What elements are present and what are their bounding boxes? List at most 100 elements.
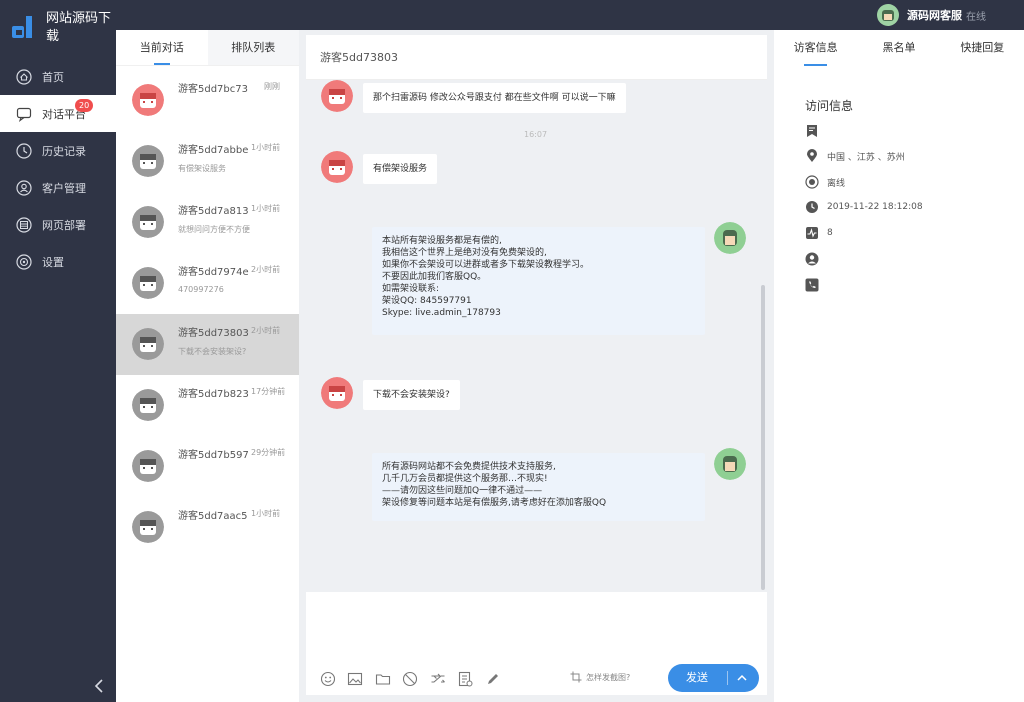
message-bubble: 本站所有架设服务都是有偿的, 我相信这个世界上是绝对没有免费架设的, 如果你不会… xyxy=(372,227,705,335)
visitor-status: 离线 xyxy=(827,178,846,189)
visitor-avatar-icon xyxy=(132,389,164,421)
visitor-avatar-icon xyxy=(321,80,353,112)
conversation-item[interactable]: 游客5dd7974e 2小时前 470997276 xyxy=(116,253,299,314)
tab-queue-list[interactable]: 排队列表 xyxy=(207,30,299,65)
message-bubble: 那个扫雷源码 修改公众号跟支付 都在些文件啊 可以说一下嘛 xyxy=(363,83,626,113)
visitor-avatar-icon xyxy=(132,450,164,482)
home-icon xyxy=(15,68,33,86)
tab-visitor-info[interactable]: 访客信息 xyxy=(774,30,857,66)
pen-icon[interactable] xyxy=(485,671,501,687)
conversation-preview: 就想问问方便不方便 xyxy=(178,225,250,234)
collapse-sidebar-icon[interactable] xyxy=(92,678,106,694)
visitor-avatar-icon xyxy=(132,145,164,177)
phone-icon xyxy=(805,278,819,292)
conversation-item[interactable]: 游客5dd7bc73 刚刚 xyxy=(116,70,299,131)
conversation-name: 游客5dd7b823 xyxy=(178,389,249,400)
message-text: 我相信这个世界上是绝对没有免费架设的, xyxy=(382,248,547,258)
send-button[interactable]: 发送 xyxy=(668,664,759,692)
sidebar-item-chat[interactable]: 对话平台 20 xyxy=(0,95,116,132)
sidebar-item-settings[interactable]: 设置 xyxy=(0,243,116,280)
sidebar-item-deploy[interactable]: 网页部署 xyxy=(0,206,116,243)
info-row-time: 2019-11-22 18:12:08 xyxy=(805,199,923,215)
conversation-item[interactable]: 游客5dd7aac5 1小时前 xyxy=(116,497,299,558)
visitor-avatar-icon xyxy=(321,151,353,183)
agent-name: 源码网客服 xyxy=(907,9,962,22)
unread-badge: 20 xyxy=(75,99,94,112)
sidebar-item-home[interactable]: 首页 xyxy=(0,58,116,95)
folder-icon[interactable] xyxy=(375,671,391,687)
note-icon[interactable] xyxy=(457,671,473,687)
message-text: 如需架设联系: xyxy=(382,284,440,294)
message-bubble: 有偿架设服务 xyxy=(363,154,438,184)
message-list[interactable]: 那个扫雷源码 修改公众号跟支付 都在些文件啊 可以说一下嘛 16:07 有偿架设… xyxy=(306,80,767,592)
conversation-preview: 470997276 xyxy=(178,285,224,294)
location-icon xyxy=(805,149,819,163)
sidebar-nav: 首页 对话平台 20 历史记录 客户管理 网页部署 设置 xyxy=(0,58,116,280)
screenshot-help-text: 怎样发截图? xyxy=(586,672,631,682)
top-bar: 源码网客服 在线 xyxy=(0,0,1024,30)
info-row-visits: 8 xyxy=(805,225,833,241)
message-text: 下载不会安装架设? xyxy=(373,390,450,400)
clock-icon xyxy=(805,200,819,214)
conversation-name: 游客5dd7bc73 xyxy=(178,84,248,95)
ban-icon[interactable] xyxy=(402,671,418,687)
message-timestamp: 16:07 xyxy=(524,130,548,139)
chat-title: 游客5dd73803 xyxy=(306,35,767,80)
visitor-info-panel: 访客信息 黑名单 快捷回复 访问信息 中国 、江苏 、苏州 离线 2019-11… xyxy=(774,30,1024,702)
conversation-name: 游客5dd73803 xyxy=(178,328,249,339)
emoji-icon[interactable] xyxy=(320,671,336,687)
message-input[interactable] xyxy=(306,592,767,662)
conversation-time: 1小时前 xyxy=(251,509,281,518)
logo-icon xyxy=(12,16,32,38)
conversation-preview: 下载不会安装架设? xyxy=(178,347,247,356)
chat-icon xyxy=(15,105,33,123)
logo[interactable]: 网站源码下载 xyxy=(12,10,112,50)
conversation-item[interactable]: 游客5dd7abbe 1小时前 有偿架设服务 xyxy=(116,131,299,192)
bookmark-icon xyxy=(805,124,819,138)
message-text: 本站所有架设服务都是有偿的, xyxy=(382,236,502,246)
sidebar-item-customers[interactable]: 客户管理 xyxy=(0,169,116,206)
transfer-icon[interactable] xyxy=(430,671,446,687)
message-text: ——请勿因这些问题加Q一律不通过—— xyxy=(382,486,543,496)
conversation-item[interactable]: 游客5dd7b597 29分钟前 xyxy=(116,436,299,497)
conversation-item[interactable]: 游客5dd7a813 1小时前 就想问问方便不方便 xyxy=(116,192,299,253)
message-bubble: 所有源码网站都不会免费提供技术支持服务, 几千几万会员都提供这个服务那…不现实!… xyxy=(372,453,705,521)
message-scrollbar[interactable] xyxy=(761,285,765,590)
tab-blacklist[interactable]: 黑名单 xyxy=(857,30,940,66)
status-icon xyxy=(805,175,819,189)
sidebar-item-history[interactable]: 历史记录 xyxy=(0,132,116,169)
image-icon[interactable] xyxy=(347,671,363,687)
sidebar: 网站源码下载 首页 对话平台 20 历史记录 客户管理 网页部署 设置 xyxy=(0,0,116,702)
conversation-preview: 有偿架设服务 xyxy=(178,164,226,173)
agent-avatar-icon xyxy=(714,448,746,480)
conversation-name: 游客5dd7a813 xyxy=(178,206,249,217)
chat-panel: 游客5dd73803 那个扫雷源码 修改公众号跟支付 都在些文件啊 可以说一下嘛… xyxy=(306,35,767,695)
web-icon xyxy=(15,216,33,234)
message-text: Skype: live.admin_178793 xyxy=(382,308,501,318)
send-button-label: 发送 xyxy=(686,671,708,684)
chevron-up-icon[interactable] xyxy=(734,670,750,686)
sidebar-item-label: 网页部署 xyxy=(42,218,86,232)
visitor-avatar-icon xyxy=(132,511,164,543)
conversation-time: 17分钟前 xyxy=(251,387,286,396)
conversation-time: 1小时前 xyxy=(251,143,281,152)
logo-text: 网站源码下载 xyxy=(46,11,112,44)
info-row-status: 离线 xyxy=(805,174,845,190)
conversation-name: 游客5dd7abbe xyxy=(178,145,249,156)
activity-icon xyxy=(805,226,819,240)
tab-current-conversations[interactable]: 当前对话 xyxy=(116,30,208,65)
info-row-phone xyxy=(805,277,827,293)
screenshot-help-link[interactable]: 怎样发截图? xyxy=(570,671,630,683)
message-text: 几千几万会员都提供这个服务那…不现实! xyxy=(382,474,548,484)
visitor-avatar-icon xyxy=(132,84,164,116)
conversation-item[interactable]: 游客5dd7b823 17分钟前 xyxy=(116,375,299,436)
send-button-divider xyxy=(727,671,728,685)
conversation-list: 游客5dd7bc73 刚刚 游客5dd7abbe 1小时前 有偿架设服务 游客5… xyxy=(116,70,299,558)
agent-avatar xyxy=(877,4,899,26)
agent-profile[interactable]: 源码网客服 在线 xyxy=(877,3,986,27)
sidebar-item-label: 客户管理 xyxy=(42,181,86,195)
tab-quick-reply[interactable]: 快捷回复 xyxy=(941,30,1024,66)
info-row-location: 中国 、江苏 、苏州 xyxy=(805,148,905,164)
visitor-avatar-icon xyxy=(132,267,164,299)
conversation-item-selected[interactable]: 游客5dd73803 2小时前 下载不会安装架设? xyxy=(116,314,299,375)
